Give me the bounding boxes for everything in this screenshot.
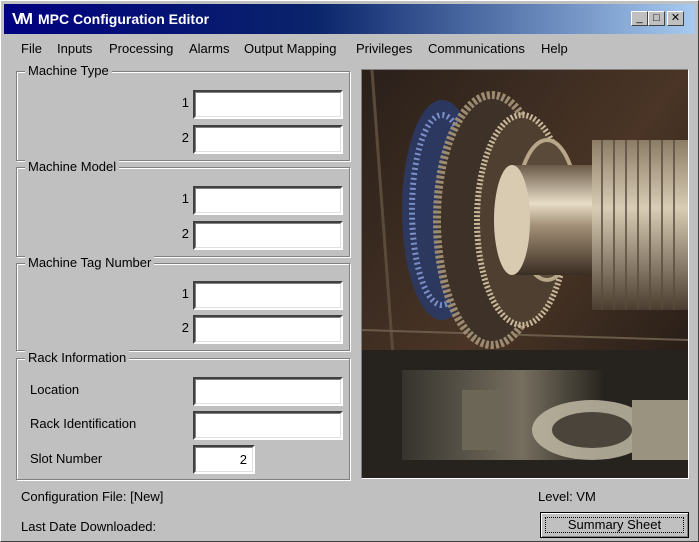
machine-tag-legend: Machine Tag Number <box>25 255 155 270</box>
summary-sheet-button[interactable]: Summary Sheet <box>540 512 689 538</box>
maximize-button[interactable]: □ <box>648 11 665 26</box>
rack-information-group: Rack Information Location Rack Identific… <box>16 350 350 480</box>
menu-communications[interactable]: Communications <box>428 41 525 56</box>
close-icon: ✕ <box>670 12 681 24</box>
level-status: Level: VM <box>538 489 596 504</box>
machine-type-2-input[interactable] <box>193 125 343 154</box>
menu-alarms[interactable]: Alarms <box>189 41 229 56</box>
summary-sheet-label: Summary Sheet <box>567 517 662 532</box>
slot-number-input[interactable]: 2 <box>193 445 255 474</box>
rack-information-legend: Rack Information <box>25 350 130 365</box>
machine-model-group: Machine Model 1 2 <box>16 159 350 257</box>
minimize-icon: _ <box>636 12 643 24</box>
machine-type-1-label: 1 <box>181 95 189 110</box>
turbine-image <box>362 70 688 478</box>
machine-tag-1-input[interactable] <box>193 281 343 310</box>
configuration-file-status: Configuration File: [New] <box>21 489 164 504</box>
menu-help[interactable]: Help <box>541 41 568 56</box>
location-label: Location <box>30 382 80 397</box>
location-input[interactable] <box>193 377 343 406</box>
machine-tag-group: Machine Tag Number 1 2 <box>16 255 350 351</box>
main-window: VM MPC Configuration Editor _ □ ✕ File I… <box>0 0 699 542</box>
close-button[interactable]: ✕ <box>667 11 684 26</box>
machine-type-2-label: 2 <box>181 130 189 145</box>
machine-model-1-input[interactable] <box>193 186 343 215</box>
machine-model-2-input[interactable] <box>193 221 343 250</box>
machine-tag-2-label: 2 <box>181 320 189 335</box>
window-title: MPC Configuration Editor <box>38 11 210 27</box>
maximize-icon: □ <box>653 12 660 24</box>
menu-bar: File Inputs Processing Alarms Output Map… <box>4 38 695 58</box>
machine-model-1-label: 1 <box>181 191 189 206</box>
machine-tag-2-input[interactable] <box>193 315 343 344</box>
minimize-button[interactable]: _ <box>631 11 648 26</box>
menu-file[interactable]: File <box>21 41 42 56</box>
slot-number-label: Slot Number <box>30 451 103 466</box>
rack-identification-label: Rack Identification <box>30 416 137 431</box>
machine-tag-1-label: 1 <box>181 286 189 301</box>
turbine-photo <box>361 69 689 479</box>
title-bar[interactable]: VM MPC Configuration Editor _ □ ✕ <box>4 4 695 34</box>
menu-inputs[interactable]: Inputs <box>57 41 92 56</box>
app-logo-icon: VM <box>12 11 33 28</box>
machine-type-1-input[interactable] <box>193 90 343 119</box>
rack-identification-input[interactable] <box>193 411 343 440</box>
menu-output-mapping[interactable]: Output Mapping <box>244 41 337 56</box>
machine-model-2-label: 2 <box>181 226 189 241</box>
machine-model-legend: Machine Model <box>25 159 120 174</box>
menu-processing[interactable]: Processing <box>109 41 173 56</box>
menu-privileges[interactable]: Privileges <box>356 41 412 56</box>
machine-type-group: Machine Type 1 2 <box>16 63 350 161</box>
last-date-downloaded: Last Date Downloaded: <box>21 519 157 534</box>
machine-type-legend: Machine Type <box>25 63 112 78</box>
